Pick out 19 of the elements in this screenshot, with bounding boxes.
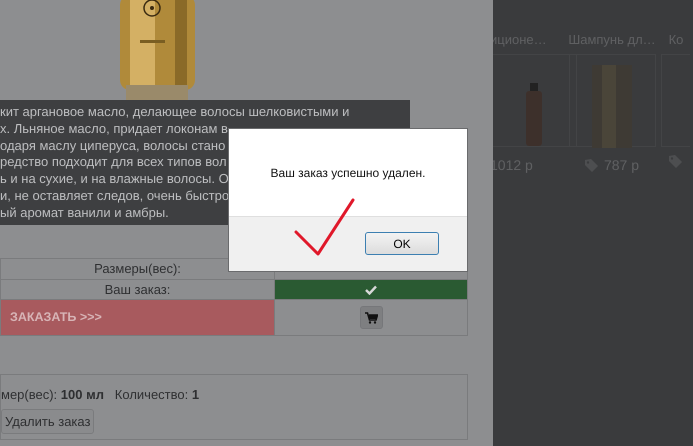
table-label: Размеры(вес): (94, 261, 181, 276)
order-summary-text: мер(вес): 100 мл Количество: 1 (1, 386, 200, 404)
description-line: одаря маслу циперуса, волосы стано (0, 138, 226, 154)
dialog-message: Ваш заказ успешно удален. (270, 164, 426, 182)
check-icon (365, 285, 377, 296)
description-line: и, не оставляет следов, очень быстро (0, 188, 230, 205)
description-line: х. Льняное масло, придает локонам в (0, 120, 228, 138)
ok-button[interactable]: OK (365, 232, 439, 255)
description-line: ь и на сухие, и на влажные волосы. О (0, 171, 229, 188)
description-line: кит аргановое масло, делающее волосы шелковистыми и (0, 104, 350, 121)
cart-button[interactable] (360, 306, 382, 329)
check-mark-drawing (293, 196, 357, 258)
product-thumbnail[interactable] (490, 54, 577, 146)
table-label: Ваш заказ: (104, 282, 170, 296)
description-line: ый аромат ванили и амбры. (0, 204, 169, 222)
order-button[interactable]: ЗАКАЗАТЬ >>> (0, 300, 274, 336)
description-line: редство подходит для всех типов вол (0, 154, 227, 172)
delete-order-button[interactable]: Удалить заказ (1, 408, 94, 434)
cart-icon (364, 312, 378, 324)
